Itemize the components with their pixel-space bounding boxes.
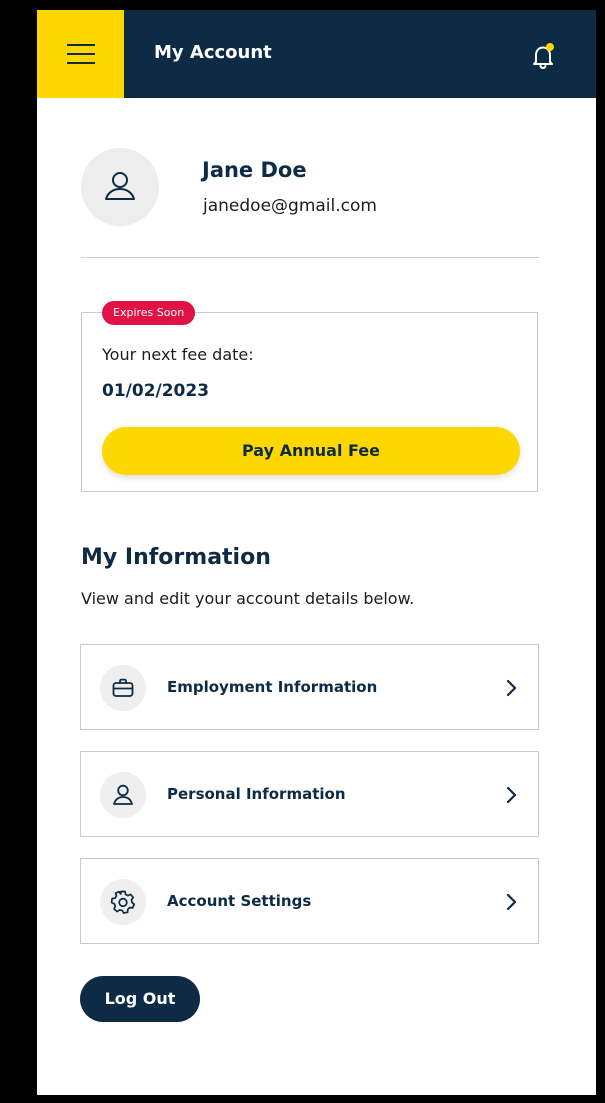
gear-icon	[110, 890, 136, 914]
row-icon-circle	[100, 879, 146, 925]
chevron-right-icon	[506, 893, 517, 911]
personal-information-row[interactable]: Personal Information	[80, 751, 539, 837]
row-icon-circle	[100, 772, 146, 818]
profile-name: Jane Doe	[202, 158, 307, 182]
fee-label: Your next fee date:	[102, 345, 254, 364]
notification-dot	[546, 43, 554, 51]
pay-annual-fee-button[interactable]: Pay Annual Fee	[102, 427, 520, 475]
row-label: Employment Information	[167, 678, 378, 696]
row-icon-circle	[100, 665, 146, 711]
fee-date: 01/02/2023	[102, 381, 210, 401]
user-icon	[105, 172, 135, 200]
user-icon	[113, 784, 133, 805]
section-subtitle: View and edit your account details below…	[81, 589, 415, 608]
expires-badge: Expires Soon	[102, 301, 196, 325]
row-label: Account Settings	[167, 892, 312, 910]
chevron-right-icon	[506, 786, 517, 804]
app-screen: My Account Jane Doe janedoe@gmail.com Ex…	[37, 10, 596, 1095]
page-title: My Account	[154, 42, 272, 63]
fee-card: Expires Soon Your next fee date: 01/02/2…	[81, 301, 538, 492]
divider	[81, 257, 539, 258]
employment-information-row[interactable]: Employment Information	[80, 644, 539, 730]
briefcase-icon	[112, 678, 134, 697]
chevron-right-icon	[506, 679, 517, 697]
menu-button[interactable]	[37, 10, 124, 98]
notifications-button[interactable]	[527, 40, 559, 72]
section-title: My Information	[81, 545, 271, 570]
top-bar: My Account	[37, 10, 596, 98]
profile-header: Jane Doe janedoe@gmail.com	[37, 98, 596, 268]
hamburger-icon	[66, 44, 95, 64]
row-label: Personal Information	[167, 785, 346, 803]
account-settings-row[interactable]: Account Settings	[80, 858, 539, 944]
bell-icon	[533, 43, 554, 70]
profile-email: janedoe@gmail.com	[203, 196, 377, 216]
avatar	[81, 148, 159, 226]
logout-button[interactable]: Log Out	[80, 976, 200, 1022]
